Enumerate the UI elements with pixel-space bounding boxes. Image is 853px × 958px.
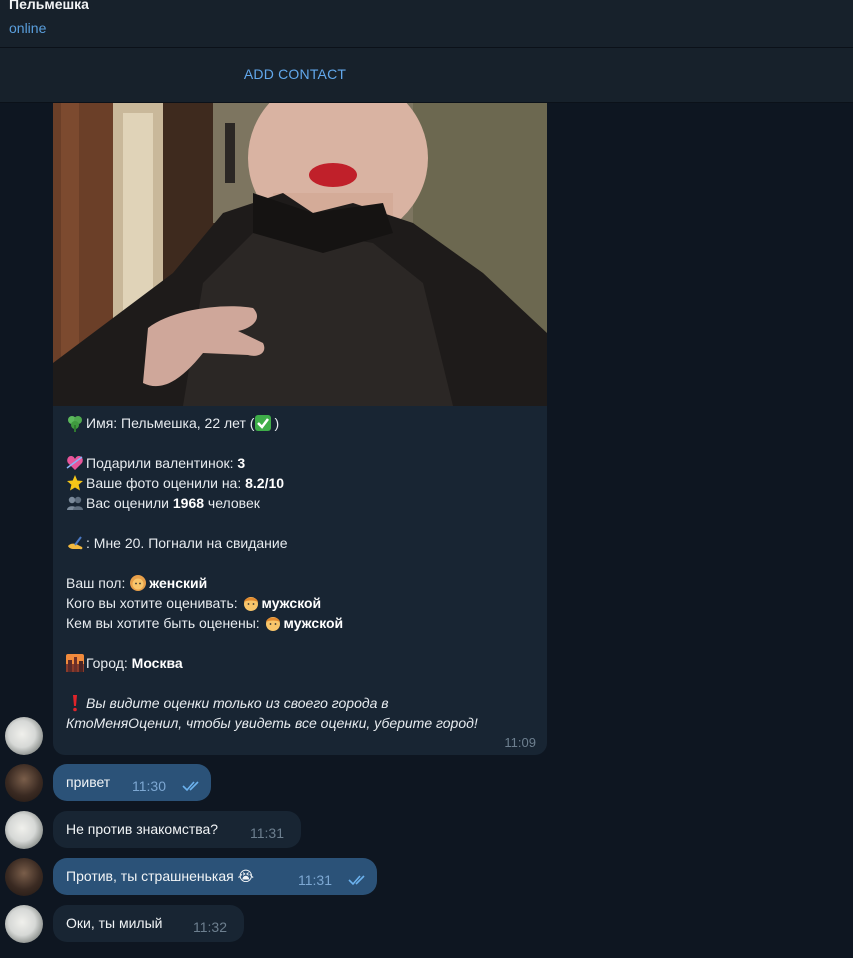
message-time: 11:30 (132, 778, 166, 794)
chat-title: Пельмешка (9, 0, 89, 12)
man-icon (264, 614, 282, 632)
message-time: 11:31 (250, 825, 284, 841)
profile-photo[interactable] (53, 103, 547, 406)
message-bubble-outgoing[interactable]: Против, ты страшненькая 😭 11:31 (53, 858, 377, 895)
raters-line: Вас оценили 1968 человек (66, 493, 536, 513)
message-time: 11:09 (504, 735, 536, 750)
checkmark-icon (254, 414, 272, 432)
profile-card-text: Имя: Пельмешка, 22 лет () Подарили вален… (66, 413, 536, 733)
people-icon (66, 494, 84, 512)
message-time: 11:31 (298, 872, 332, 888)
contact-avatar[interactable] (5, 905, 43, 943)
message-bubble-incoming[interactable]: Не против знакомства? 11:31 (53, 811, 301, 848)
name-line: Имя: Пельмешка, 22 лет () (66, 413, 536, 433)
profile-card-message: Имя: Пельмешка, 22 лет () Подарили вален… (53, 103, 547, 755)
writing-hand-icon (66, 534, 84, 552)
message-text: Против, ты страшненькая 😭 (66, 868, 254, 884)
valentines-line: Подарили валентинок: 3 (66, 453, 536, 473)
message-bubble-outgoing[interactable]: привет 11:30 (53, 764, 211, 801)
double-check-icon (348, 875, 365, 886)
message-bubble-incoming[interactable]: Оки, ты милый 11:32 (53, 905, 244, 942)
note-line-2: КтоМеняОценил, чтобы увидеть все оценки,… (66, 715, 478, 731)
gender-line: Ваш пол: женский (66, 574, 208, 592)
message-text: привет (66, 774, 111, 790)
heart-icon (66, 454, 84, 472)
rate-whom-line: Кого вы хотите оценивать: мужской (66, 594, 322, 612)
contact-avatar[interactable] (5, 811, 43, 849)
user-avatar[interactable] (5, 858, 43, 896)
user-avatar[interactable] (5, 764, 43, 802)
add-contact-button[interactable]: ADD CONTACT (0, 66, 590, 82)
exclamation-icon (66, 694, 84, 712)
message-text: Не против знакомства? (66, 821, 219, 837)
chat-header[interactable]: Пельмешка online (0, 0, 853, 48)
bio-line: : Мне 20. Погнали на свидание (66, 533, 536, 553)
contact-avatar[interactable] (5, 717, 43, 755)
woman-icon (129, 574, 147, 592)
add-contact-bar: ADD CONTACT (0, 48, 853, 103)
clover-icon (66, 414, 84, 432)
star-icon (66, 474, 84, 492)
man-icon (242, 594, 260, 612)
message-time: 11:32 (193, 919, 227, 935)
rating-line: Ваше фото оценили на: 8.2/10 (66, 473, 536, 493)
city-line: Город: Москва (66, 653, 536, 673)
chat-status: online (9, 20, 47, 36)
city-sunset-icon (66, 654, 84, 672)
double-check-icon (182, 781, 199, 792)
message-text: Оки, ты милый (66, 915, 163, 931)
rated-by-line: Кем вы хотите быть оценены: мужской (66, 614, 344, 632)
note-line-1: Вы видите оценки только из своего города… (66, 693, 536, 713)
